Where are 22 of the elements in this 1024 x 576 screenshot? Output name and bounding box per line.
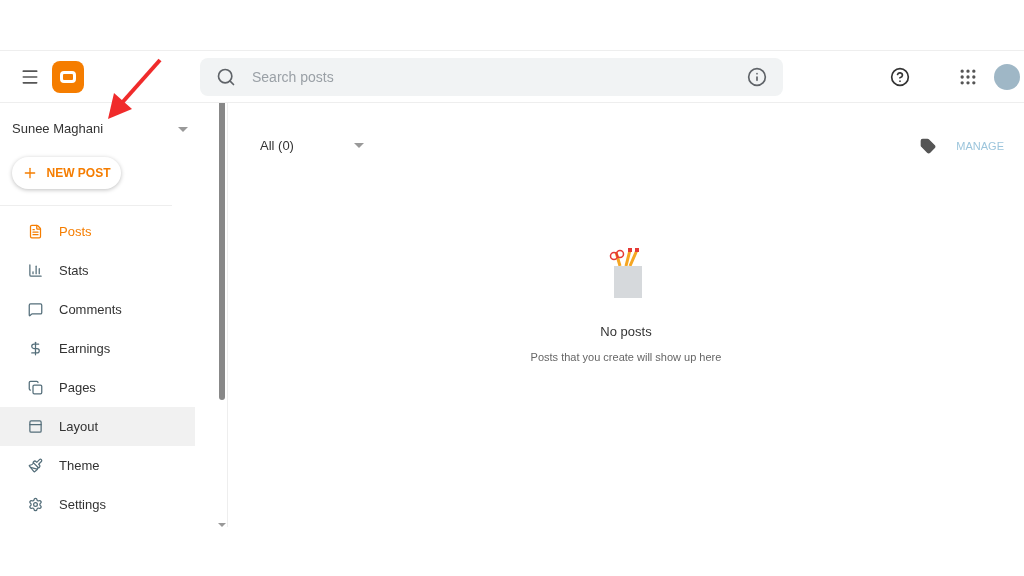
- blog-name[interactable]: Sunee Maghani: [12, 119, 104, 139]
- filter-dropdown[interactable]: All (0): [260, 136, 364, 156]
- posts-icon: [28, 224, 43, 239]
- stats-icon: [28, 263, 43, 278]
- search-icon: [216, 66, 236, 87]
- pages-icon: [28, 380, 43, 395]
- annotation-arrow: [106, 57, 164, 121]
- logo-icon: [52, 60, 84, 93]
- comments-icon: [28, 302, 43, 317]
- empty-title: No posts: [600, 322, 652, 341]
- empty-text: Posts that you create will show up here: [530, 350, 722, 365]
- dropdown-icon[interactable]: [178, 126, 188, 132]
- label-icon[interactable]: [920, 137, 937, 154]
- help-icon[interactable]: [890, 66, 910, 87]
- nav-item[interactable]: Layout: [0, 407, 195, 446]
- search-field[interactable]: Search posts: [252, 66, 731, 87]
- theme-icon: [28, 458, 43, 473]
- search-bar[interactable]: Search posts: [200, 57, 783, 96]
- earnings-icon: [28, 341, 43, 356]
- info-icon[interactable]: [747, 66, 767, 87]
- settings-icon: [28, 497, 43, 512]
- layout-icon: [28, 419, 43, 434]
